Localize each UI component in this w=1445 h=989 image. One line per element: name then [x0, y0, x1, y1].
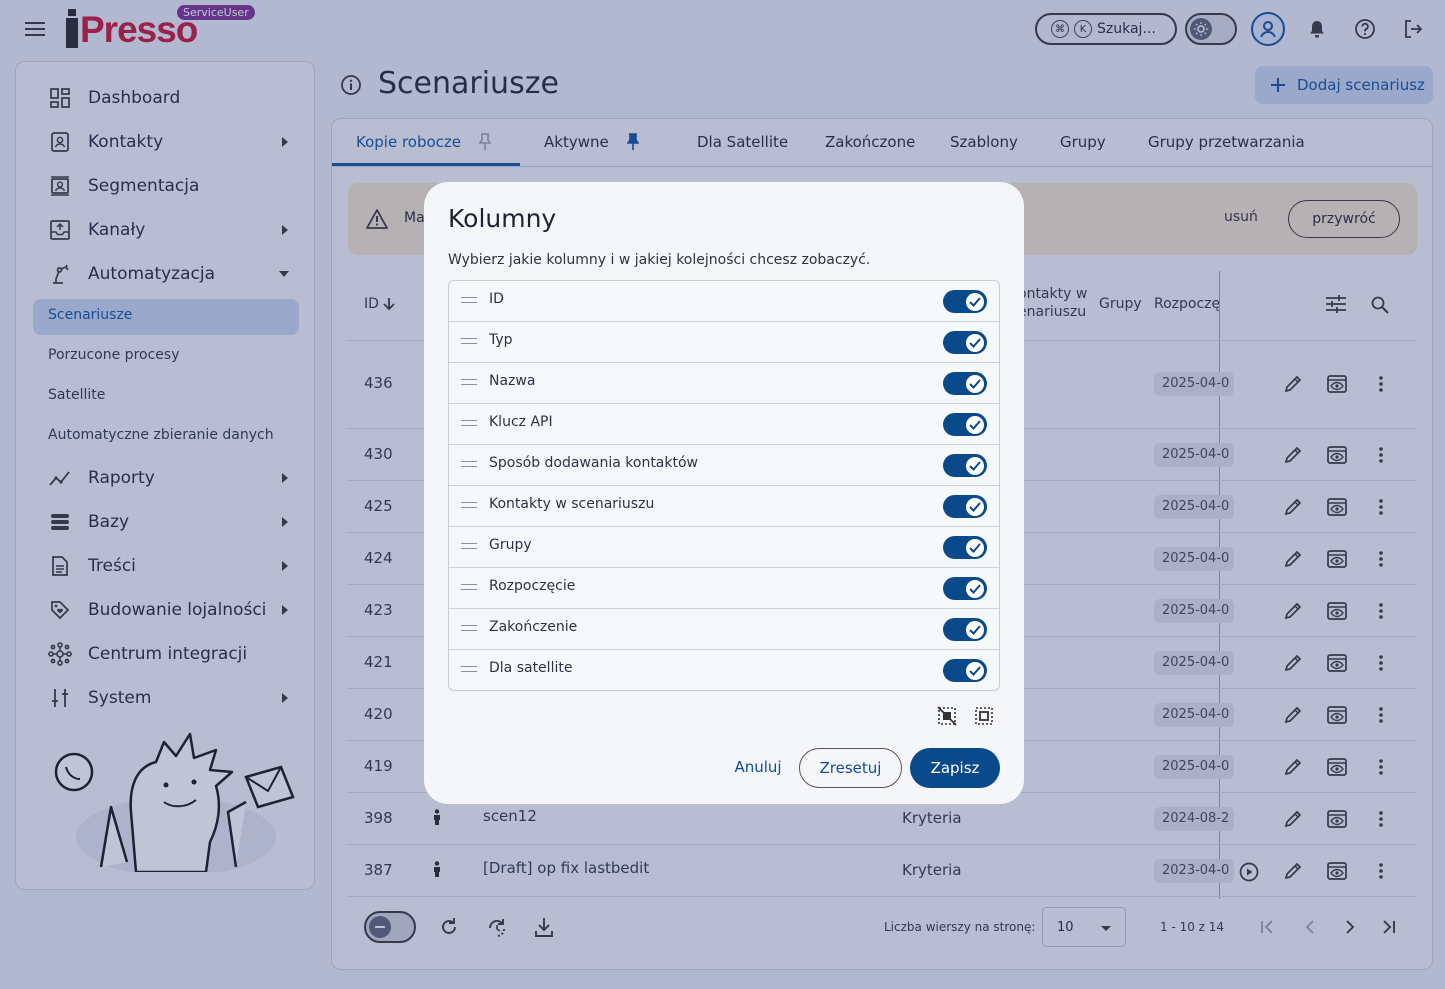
check-icon: [966, 579, 984, 598]
column-option-label: Zakończenie: [489, 619, 578, 635]
check-icon: [966, 620, 984, 639]
column-option-row[interactable]: Nazwa: [449, 363, 999, 404]
check-icon: [966, 292, 984, 311]
reset-button[interactable]: Zresetuj: [799, 748, 902, 788]
column-option-label: Sposób dodawania kontaktów: [489, 455, 699, 471]
deselect-all-icon[interactable]: [937, 706, 957, 726]
select-all-icon[interactable]: [974, 706, 994, 726]
column-option-label: Typ: [489, 332, 513, 348]
check-icon: [966, 456, 984, 475]
column-option-row[interactable]: Dla satellite: [449, 650, 999, 691]
column-visibility-toggle[interactable]: [943, 659, 987, 682]
column-visibility-toggle[interactable]: [943, 577, 987, 600]
cancel-label: Anuluj: [734, 758, 782, 776]
column-visibility-toggle[interactable]: [943, 413, 987, 436]
column-option-row[interactable]: ID: [449, 281, 999, 322]
reset-label: Zresetuj: [819, 759, 882, 777]
column-option-row[interactable]: Typ: [449, 322, 999, 363]
save-label: Zapisz: [930, 759, 980, 777]
dialog-description: Wybierz jakie kolumny i w jakiej kolejno…: [448, 252, 871, 268]
dialog-title: Kolumny: [448, 204, 557, 233]
check-icon: [966, 415, 984, 434]
column-option-label: Kontakty w scenariuszu: [489, 496, 655, 512]
column-visibility-toggle[interactable]: [943, 372, 987, 395]
column-visibility-toggle[interactable]: [943, 331, 987, 354]
column-visibility-toggle[interactable]: [943, 290, 987, 313]
columns-list: ID Typ Nazwa Klucz API Sposób dodawania kont…: [448, 280, 1000, 691]
column-option-label: Rozpoczęcie: [489, 578, 576, 594]
column-option-label: Nazwa: [489, 373, 536, 389]
drag-handle-icon[interactable]: [461, 379, 477, 385]
column-option-label: Grupy: [489, 537, 532, 553]
column-visibility-toggle[interactable]: [943, 495, 987, 518]
column-option-row[interactable]: Klucz API: [449, 404, 999, 445]
drag-handle-icon[interactable]: [461, 502, 477, 508]
column-option-row[interactable]: Zakończenie: [449, 609, 999, 650]
column-option-label: ID: [489, 291, 504, 307]
check-icon: [966, 538, 984, 557]
columns-dialog: Kolumny Wybierz jakie kolumny i w jakiej…: [424, 182, 1024, 804]
column-option-label: Klucz API: [489, 414, 553, 430]
drag-handle-icon[interactable]: [461, 297, 477, 303]
check-icon: [966, 661, 984, 680]
column-option-row[interactable]: Sposób dodawania kontaktów: [449, 445, 999, 486]
column-option-label: Dla satellite: [489, 660, 573, 676]
drag-handle-icon[interactable]: [461, 584, 477, 590]
column-visibility-toggle[interactable]: [943, 454, 987, 477]
column-visibility-toggle[interactable]: [943, 618, 987, 641]
column-option-row[interactable]: Grupy: [449, 527, 999, 568]
drag-handle-icon[interactable]: [461, 666, 477, 672]
column-option-row[interactable]: Kontakty w scenariuszu: [449, 486, 999, 527]
column-visibility-toggle[interactable]: [943, 536, 987, 559]
cancel-button[interactable]: Anuluj: [724, 748, 792, 786]
check-icon: [966, 497, 984, 516]
check-icon: [966, 333, 984, 352]
drag-handle-icon[interactable]: [461, 461, 477, 467]
drag-handle-icon[interactable]: [461, 420, 477, 426]
check-icon: [966, 374, 984, 393]
drag-handle-icon[interactable]: [461, 543, 477, 549]
column-option-row[interactable]: Rozpoczęcie: [449, 568, 999, 609]
drag-handle-icon[interactable]: [461, 338, 477, 344]
save-button[interactable]: Zapisz: [910, 748, 1000, 788]
drag-handle-icon[interactable]: [461, 625, 477, 631]
